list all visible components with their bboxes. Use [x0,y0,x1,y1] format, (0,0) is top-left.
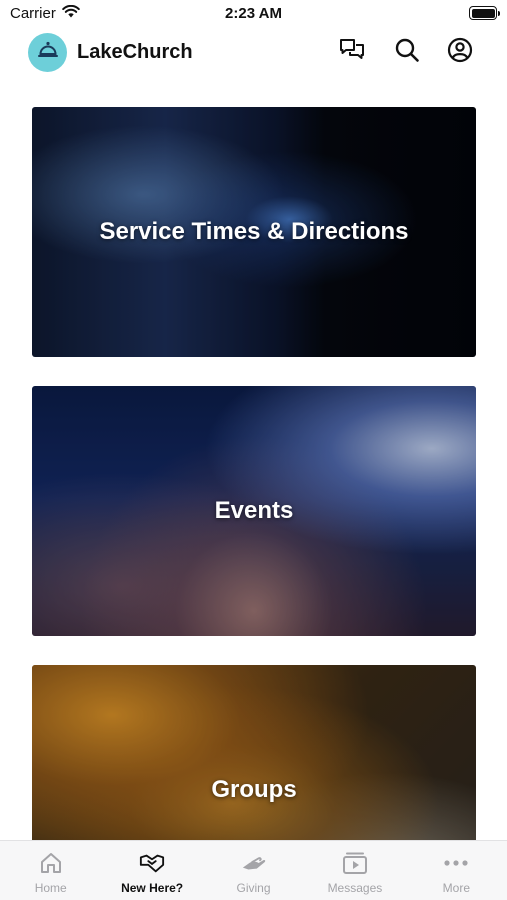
tab-label: Messages [327,881,383,895]
handshake-icon [139,850,165,876]
card-title: Events [214,497,294,524]
status-time: 2:23 AM [225,5,282,22]
home-icon [38,850,64,876]
tab-bar: Home New Here? Giving Messages More [0,840,507,900]
app-header: LakeChurch [0,30,507,76]
tab-label: New Here? [121,881,184,895]
tab-new-here[interactable]: New Here? [101,841,202,900]
chat-button[interactable] [337,37,367,67]
profile-button[interactable] [445,37,475,67]
chat-icon [339,38,365,67]
tab-home[interactable]: Home [0,841,101,900]
card-title: Groups [211,776,297,803]
tab-label: Giving [236,881,271,895]
more-dots-icon [443,850,469,876]
tab-label: More [442,881,470,895]
tab-giving[interactable]: Giving [203,841,304,900]
giving-hand-icon [241,850,267,876]
card-groups[interactable]: Groups [32,665,476,840]
tab-messages[interactable]: Messages [304,841,405,900]
app-logo[interactable] [28,33,67,72]
content-feed: Service Times & Directions Events Groups [0,76,507,840]
tab-label: Home [34,881,67,895]
app-screen: Carrier 2:23 AM LakeChurch Service Times… [0,0,507,900]
battery-icon [469,6,500,20]
app-title: LakeChurch [77,41,193,63]
card-events[interactable]: Events [32,386,476,636]
tab-more[interactable]: More [406,841,507,900]
status-bar: Carrier 2:23 AM [0,0,507,30]
profile-icon [447,37,473,68]
bell-cloche-icon [37,39,59,66]
search-button[interactable] [392,37,422,67]
card-service-times[interactable]: Service Times & Directions [32,107,476,357]
search-icon [394,37,420,68]
card-title: Service Times & Directions [99,218,409,245]
video-play-icon [342,850,368,876]
